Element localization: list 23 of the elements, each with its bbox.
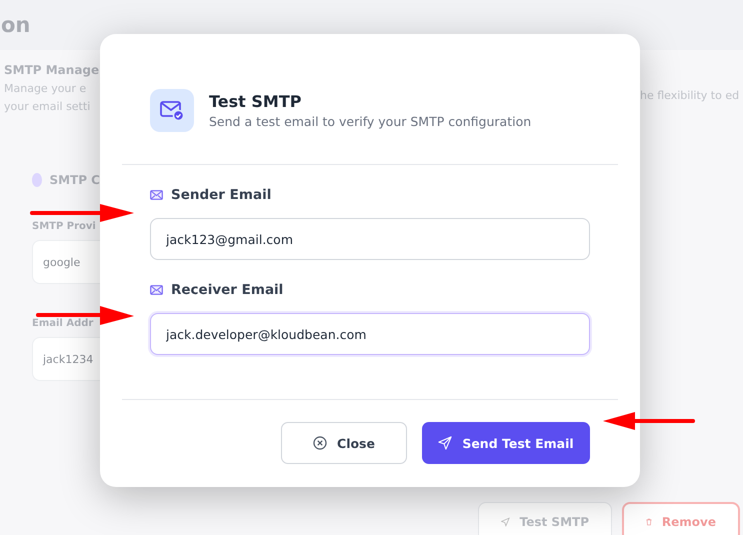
trash-icon xyxy=(646,516,652,528)
mail-check-icon xyxy=(150,88,194,132)
email-input[interactable]: jack123@gmail.com xyxy=(150,218,590,260)
field-label: Sender Email xyxy=(171,187,272,203)
text-field[interactable]: jack1234 xyxy=(32,337,100,381)
page-title: on xyxy=(1,13,30,37)
email-input[interactable]: jack.developer@kloudbean.com xyxy=(150,313,590,355)
send-button[interactable]: Send Test Email xyxy=(422,422,590,464)
close-icon xyxy=(313,436,328,450)
mail-icon xyxy=(150,285,163,295)
dialog-title: Test SMTP xyxy=(209,92,302,110)
card-title: SMTP C xyxy=(49,173,100,187)
send-icon xyxy=(501,516,510,528)
mail-icon xyxy=(150,190,163,200)
section-title: SMTP Manage xyxy=(4,63,100,77)
field-label: Email Addr xyxy=(32,318,94,329)
send-icon xyxy=(438,436,452,450)
status-dot-icon xyxy=(32,173,42,187)
dialog-subtitle: Send a test email to verify your SMTP configuration xyxy=(209,114,532,128)
close-button[interactable]: Close xyxy=(281,422,407,464)
text-field[interactable]: google xyxy=(32,240,100,284)
field-label: Receiver Email xyxy=(171,282,284,298)
field-label: SMTP Provi xyxy=(32,221,97,232)
